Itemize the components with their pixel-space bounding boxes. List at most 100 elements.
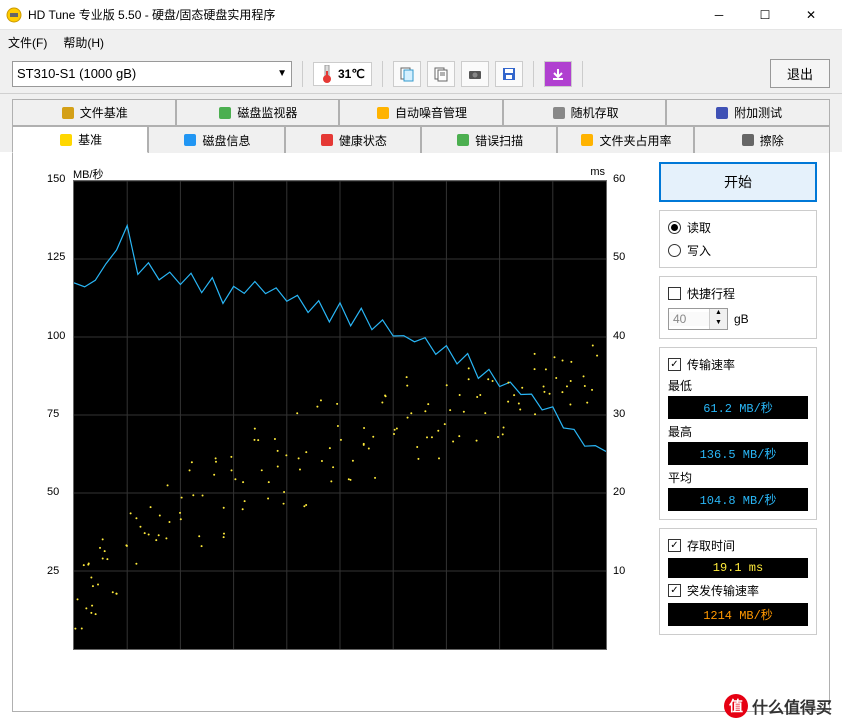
content-panel: MB/秒 ms 255075100125150 102030405060 开始 … bbox=[12, 152, 830, 712]
tab-label: 健康状态 bbox=[339, 132, 387, 149]
temperature-display: 31℃ bbox=[313, 62, 372, 86]
quick-checkbox[interactable]: 快捷行程 bbox=[668, 285, 808, 302]
burst-value: 1214 MB/秒 bbox=[668, 603, 808, 626]
tab-icon bbox=[217, 105, 233, 121]
window-title: HD Tune 专业版 5.50 - 硬盘/固态硬盘实用程序 bbox=[28, 6, 696, 23]
row2-tab-4[interactable]: 文件夹占用率 bbox=[557, 126, 693, 153]
row2-tab-1[interactable]: 磁盘信息 bbox=[148, 126, 284, 153]
chart-area: MB/秒 ms 255075100125150 102030405060 bbox=[25, 158, 649, 711]
max-label: 最高 bbox=[668, 423, 808, 440]
y-right-tick: 40 bbox=[613, 330, 625, 342]
start-button[interactable]: 开始 bbox=[659, 162, 817, 202]
tab-icon bbox=[375, 105, 391, 121]
transfer-group: 传输速率 最低 61.2 MB/秒 最高 136.5 MB/秒 平均 104.8… bbox=[659, 347, 817, 520]
copy-text-button[interactable] bbox=[427, 61, 455, 87]
menu-file[interactable]: 文件(F) bbox=[8, 34, 47, 51]
access-value: 19.1 ms bbox=[668, 558, 808, 578]
drive-select-value: ST310-S1 (1000 gB) bbox=[17, 66, 136, 81]
screenshot-button[interactable] bbox=[461, 61, 489, 87]
y-right-tick: 30 bbox=[613, 408, 625, 420]
read-radio[interactable]: 读取 bbox=[668, 219, 808, 236]
row2-tab-5[interactable]: 擦除 bbox=[694, 126, 830, 153]
y-right-tick: 10 bbox=[613, 565, 625, 577]
tab-icon bbox=[58, 132, 74, 148]
write-radio[interactable]: 写入 bbox=[668, 242, 808, 259]
y-right-axis-label: ms bbox=[590, 166, 605, 178]
access-label: 存取时间 bbox=[687, 537, 735, 554]
mode-group: 读取 写入 bbox=[659, 210, 817, 268]
transfer-checkbox[interactable]: 传输速率 bbox=[668, 356, 808, 373]
tab-icon bbox=[455, 132, 471, 148]
read-label: 读取 bbox=[687, 219, 711, 236]
access-group: 存取时间 19.1 ms 突发传输速率 1214 MB/秒 bbox=[659, 528, 817, 635]
y-left-tick: 75 bbox=[47, 408, 59, 420]
avg-value: 104.8 MB/秒 bbox=[668, 488, 808, 511]
row2-tab-2[interactable]: 健康状态 bbox=[285, 126, 421, 153]
row1-tab-4[interactable]: 附加测试 bbox=[666, 99, 830, 126]
row2-tab-3[interactable]: 错误扫描 bbox=[421, 126, 557, 153]
row1-tab-0[interactable]: 文件基准 bbox=[12, 99, 176, 126]
min-value: 61.2 MB/秒 bbox=[668, 396, 808, 419]
quick-value-input[interactable]: ▲▼ bbox=[668, 308, 728, 330]
app-icon bbox=[6, 7, 22, 23]
y-right-tick: 20 bbox=[613, 486, 625, 498]
access-checkbox[interactable]: 存取时间 bbox=[668, 537, 808, 554]
radio-icon bbox=[668, 221, 681, 234]
tab-icon bbox=[579, 132, 595, 148]
write-label: 写入 bbox=[687, 242, 711, 259]
title-bar: HD Tune 专业版 5.50 - 硬盘/固态硬盘实用程序 ─ ☐ ✕ bbox=[0, 0, 842, 30]
y-left-tick: 50 bbox=[47, 486, 59, 498]
tab-label: 磁盘信息 bbox=[202, 132, 250, 149]
tab-label: 基准 bbox=[78, 131, 102, 148]
quick-label: 快捷行程 bbox=[687, 285, 735, 302]
controls-panel: 开始 读取 写入 快捷行程 ▲▼ gB bbox=[649, 158, 817, 711]
y-left-tick: 150 bbox=[47, 173, 65, 185]
checkbox-icon bbox=[668, 287, 681, 300]
tab-label: 随机存取 bbox=[571, 104, 619, 121]
watermark: 值 什么值得买 bbox=[724, 694, 832, 718]
row1-tab-2[interactable]: 自动噪音管理 bbox=[339, 99, 503, 126]
quick-value-field[interactable] bbox=[669, 312, 709, 326]
tab-icon bbox=[740, 132, 756, 148]
quick-unit: gB bbox=[734, 312, 749, 326]
tab-icon bbox=[551, 105, 567, 121]
tab-container: 文件基准 磁盘监视器 自动噪音管理 随机存取 附加测试 基准 磁盘信息 健康状态 错误扫描 文件… bbox=[0, 94, 842, 152]
tab-icon bbox=[182, 132, 198, 148]
exit-button[interactable]: 退出 bbox=[770, 59, 830, 88]
burst-label: 突发传输速率 bbox=[687, 582, 759, 599]
y-left-tick: 25 bbox=[47, 565, 59, 577]
menu-help[interactable]: 帮助(H) bbox=[63, 34, 104, 51]
options-button[interactable] bbox=[544, 61, 572, 87]
chevron-down-icon: ▼ bbox=[277, 68, 287, 79]
y-left-tick: 125 bbox=[47, 251, 65, 263]
tab-icon bbox=[714, 105, 730, 121]
row2-tab-0[interactable]: 基准 bbox=[12, 126, 148, 153]
drive-select[interactable]: ST310-S1 (1000 gB) ▼ bbox=[12, 61, 292, 87]
tab-label: 自动噪音管理 bbox=[395, 104, 467, 121]
y-right-tick: 60 bbox=[613, 173, 625, 185]
checkbox-icon bbox=[668, 358, 681, 371]
row1-tab-1[interactable]: 磁盘监视器 bbox=[176, 99, 340, 126]
close-button[interactable]: ✕ bbox=[788, 0, 834, 30]
tab-icon bbox=[319, 132, 335, 148]
save-button[interactable] bbox=[495, 61, 523, 87]
toolbar: ST310-S1 (1000 gB) ▼ 31℃ 退出 bbox=[0, 54, 842, 94]
minimize-button[interactable]: ─ bbox=[696, 0, 742, 30]
tab-label: 擦除 bbox=[760, 132, 784, 149]
copy-info-button[interactable] bbox=[393, 61, 421, 87]
watermark-text: 什么值得买 bbox=[752, 694, 832, 718]
transfer-label: 传输速率 bbox=[687, 356, 735, 373]
tab-icon bbox=[60, 105, 76, 121]
tab-label: 错误扫描 bbox=[475, 132, 523, 149]
burst-checkbox[interactable]: 突发传输速率 bbox=[668, 582, 808, 599]
tab-label: 文件基准 bbox=[80, 104, 128, 121]
spin-down[interactable]: ▼ bbox=[710, 319, 727, 329]
menu-bar: 文件(F) 帮助(H) bbox=[0, 30, 842, 54]
temperature-value: 31℃ bbox=[338, 67, 365, 81]
row1-tab-3[interactable]: 随机存取 bbox=[503, 99, 667, 126]
y-right-tick: 50 bbox=[613, 251, 625, 263]
maximize-button[interactable]: ☐ bbox=[742, 0, 788, 30]
spin-up[interactable]: ▲ bbox=[710, 309, 727, 319]
tab-label: 附加测试 bbox=[734, 104, 782, 121]
checkbox-icon bbox=[668, 584, 681, 597]
